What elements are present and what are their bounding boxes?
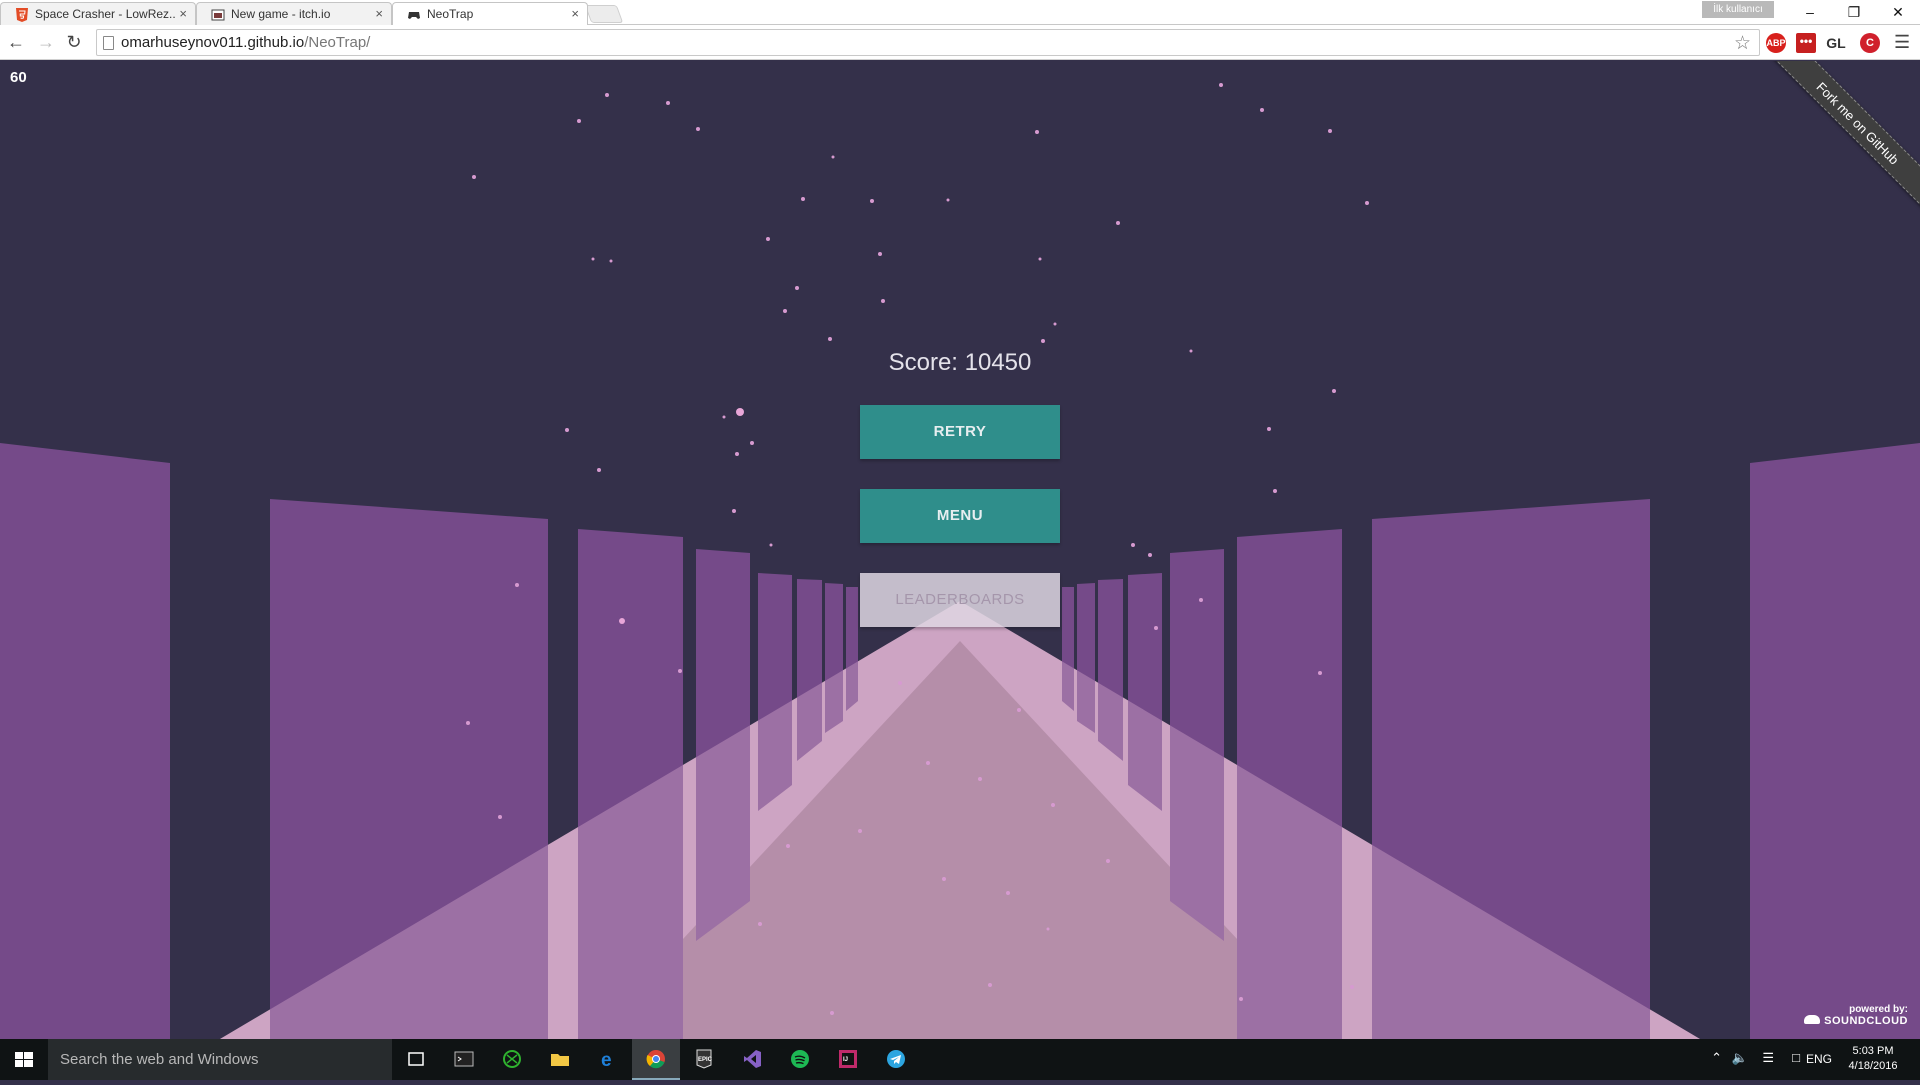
taskbar-app-chrome[interactable]	[632, 1039, 680, 1080]
close-tab-icon[interactable]: ×	[571, 3, 579, 25]
taskbar-app-telegram[interactable]	[872, 1039, 920, 1080]
extension-gl-icon[interactable]: GL	[1826, 33, 1846, 53]
terminal-icon	[454, 1051, 474, 1067]
taskbar-app-edge[interactable]: e	[584, 1039, 632, 1080]
intellij-icon: IJ	[839, 1050, 857, 1068]
restore-window-button[interactable]: ❐	[1832, 0, 1876, 24]
browser-tabstrip: Space Crasher - LowRez... × New game - i…	[0, 0, 1920, 25]
edge-icon: e	[601, 1050, 612, 1069]
tab-itchio[interactable]: New game - itch.io ×	[196, 2, 392, 25]
close-tab-icon[interactable]: ×	[179, 3, 187, 25]
address-bar[interactable]: omarhuseynov011.github.io/NeoTrap/ ☆	[96, 29, 1760, 56]
page-icon	[103, 36, 114, 50]
leaderboards-button[interactable]: LEADERBOARDS	[860, 573, 1060, 627]
browser-toolbar: ← → ↻ omarhuseynov011.github.io/NeoTrap/…	[0, 25, 1920, 60]
task-view-button[interactable]	[392, 1039, 440, 1080]
windows-logo-icon	[15, 1052, 33, 1067]
soundcloud-text: SOUNDCLOUD	[1824, 1015, 1908, 1027]
tab-label: New game - itch.io	[231, 7, 331, 21]
retry-button[interactable]: RETRY	[860, 405, 1060, 459]
back-arrow-icon[interactable]: ←	[4, 30, 28, 54]
itchio-icon	[211, 9, 225, 21]
taskbar-app-intellij[interactable]: IJ	[824, 1039, 872, 1080]
fps-counter: 60	[10, 69, 27, 86]
windows-start-button[interactable]	[0, 1039, 48, 1080]
spotify-icon	[791, 1050, 809, 1068]
html5-icon	[16, 8, 28, 22]
reload-icon[interactable]: ↻	[62, 30, 86, 54]
close-window-button[interactable]: ✕	[1876, 0, 1920, 24]
wall-left-1	[0, 443, 170, 1039]
extension-dots-icon[interactable]: •••	[1796, 33, 1816, 53]
minimize-window-button[interactable]: –	[1788, 0, 1832, 24]
tab-label: Space Crasher - LowRez...	[35, 7, 175, 21]
network-icon[interactable]: ☰	[1762, 1050, 1774, 1066]
soundcloud-credit[interactable]: powered by: SOUNDCLOUD	[1804, 1004, 1908, 1027]
clock-date: 4/18/2016	[1848, 1060, 1898, 1072]
svg-text:IJ: IJ	[843, 1057, 848, 1063]
tab-neotrap[interactable]: NeoTrap ×	[392, 2, 588, 25]
taskbar-app-spotify[interactable]	[776, 1039, 824, 1080]
extension-shield-icon[interactable]: C	[1860, 33, 1880, 53]
new-tab-button[interactable]	[584, 5, 624, 23]
forward-arrow-icon[interactable]: →	[34, 30, 58, 54]
file-explorer-icon	[551, 1054, 569, 1066]
action-center-icon[interactable]: □	[1792, 1050, 1800, 1065]
svg-text:e: e	[601, 1050, 612, 1069]
bookmark-star-icon[interactable]: ☆	[1734, 32, 1751, 55]
windows-taskbar: Search the web and Windows e EPIC IJ ⌃ 🔈…	[0, 1039, 1920, 1080]
volume-icon[interactable]: 🔈	[1732, 1050, 1748, 1066]
taskbar-app-file-explorer[interactable]	[536, 1039, 584, 1080]
xbox-icon	[503, 1050, 521, 1068]
wall-right-1	[1750, 443, 1920, 1039]
visual-studio-icon	[744, 1050, 761, 1068]
taskbar-search-box[interactable]: Search the web and Windows	[48, 1039, 392, 1080]
task-view-icon	[408, 1052, 424, 1066]
chevron-up-icon[interactable]: ⌃	[1711, 1050, 1722, 1066]
url-text[interactable]: omarhuseynov011.github.io/NeoTrap/	[121, 30, 370, 56]
corridor-scene	[0, 83, 1920, 1039]
taskbar-app-visual-studio[interactable]	[728, 1039, 776, 1080]
epic-games-icon: EPIC	[696, 1049, 713, 1069]
url-host: omarhuseynov011.github.io	[121, 34, 305, 51]
powered-by-label: powered by:	[1849, 1004, 1908, 1015]
adblock-plus-icon[interactable]: ABP	[1766, 33, 1786, 53]
language-indicator[interactable]: ENG	[1806, 1052, 1832, 1066]
close-tab-icon[interactable]: ×	[375, 3, 383, 25]
game-canvas[interactable]: 60 Fork me on GitHub Score: 10450 RETRY …	[0, 61, 1920, 1039]
soundcloud-logo: SOUNDCLOUD	[1804, 1015, 1908, 1027]
gamepad-icon	[408, 12, 420, 19]
tab-space-crasher[interactable]: Space Crasher - LowRez... ×	[0, 2, 196, 25]
taskbar-app-terminal[interactable]	[440, 1039, 488, 1080]
window-user-badge: İlk kullanıcı	[1702, 1, 1774, 18]
tab-label: NeoTrap	[427, 7, 474, 21]
svg-text:EPIC: EPIC	[698, 1057, 713, 1063]
score-display: Score: 10450	[888, 349, 1032, 376]
soundcloud-icon	[1804, 1015, 1821, 1024]
browser-menu-icon[interactable]: ☰	[1894, 32, 1910, 53]
menu-button[interactable]: MENU	[860, 489, 1060, 543]
url-path: /NeoTrap/	[304, 34, 371, 51]
system-clock[interactable]: 5:03 PM 4/18/2016	[1838, 1044, 1908, 1074]
telegram-icon	[887, 1050, 905, 1068]
taskbar-app-xbox[interactable]	[488, 1039, 536, 1080]
clock-time: 5:03 PM	[1852, 1045, 1894, 1057]
taskbar-app-epic-games[interactable]: EPIC	[680, 1039, 728, 1080]
chrome-icon	[646, 1050, 665, 1069]
